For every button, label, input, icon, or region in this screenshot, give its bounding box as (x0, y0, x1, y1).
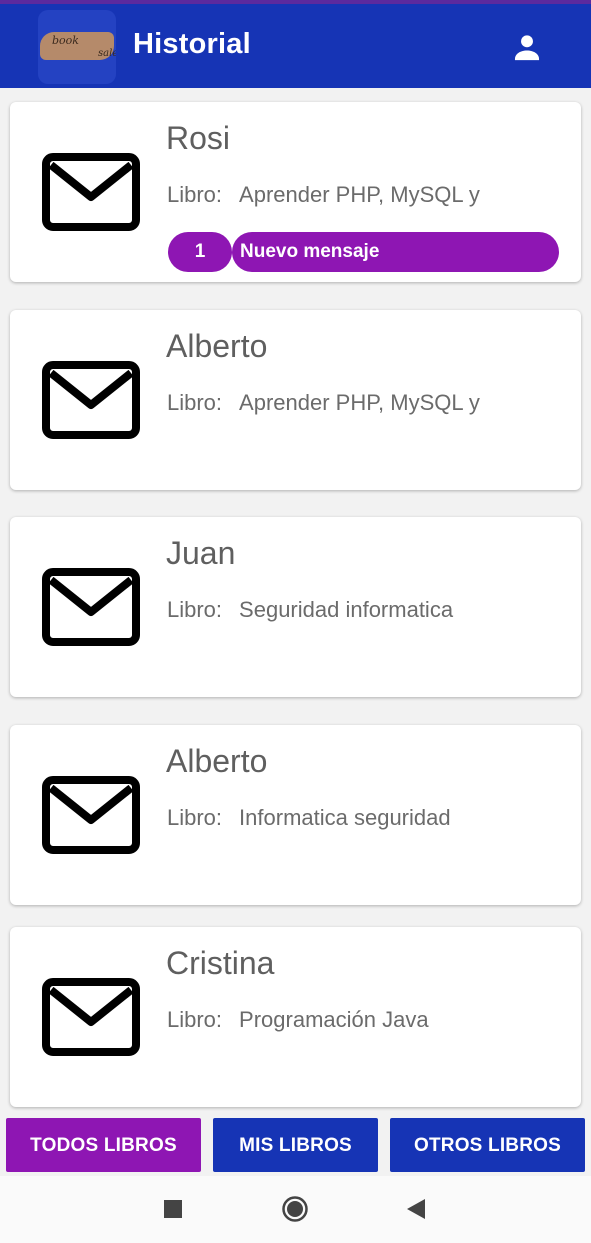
tab-otros-libros[interactable]: OTROS LIBROS (390, 1118, 585, 1172)
book-label: Libro: (167, 805, 223, 830)
tab-todos-libros[interactable]: TODOS LIBROS (6, 1118, 201, 1172)
book-title: Aprender PHP, MySQL y (239, 390, 480, 415)
tab-mis-libros[interactable]: MIS LIBROS (213, 1118, 378, 1172)
contact-name: Alberto (166, 743, 268, 779)
contact-name: Cristina (166, 945, 275, 981)
conversation-card[interactable]: Alberto Libro: Informatica seguridad (10, 725, 581, 905)
conversation-card[interactable]: Cristina Libro: Programación Java (10, 927, 581, 1107)
book-info: Libro: Informatica seguridad (167, 805, 451, 831)
contact-name: Alberto (166, 328, 268, 364)
contact-name: Juan (166, 535, 236, 571)
book-title: Aprender PHP, MySQL y (239, 182, 480, 207)
book-title: Programación Java (239, 1007, 429, 1032)
mail-icon (42, 776, 140, 854)
new-message-badge: Nuevo mensaje (232, 232, 559, 272)
book-title: Informatica seguridad (239, 805, 451, 830)
book-filter-tabs: TODOS LIBROS MIS LIBROS OTROS LIBROS (0, 1116, 591, 1174)
page-title: Historial (133, 28, 251, 60)
home-icon[interactable] (281, 1195, 309, 1223)
book-info: Libro: Aprender PHP, MySQL y (167, 182, 480, 208)
book-label: Libro: (167, 1007, 223, 1032)
book-label: Libro: (167, 390, 223, 415)
book-info: Libro: Programación Java (167, 1007, 429, 1033)
mail-icon (42, 361, 140, 439)
conversation-card[interactable]: Alberto Libro: Aprender PHP, MySQL y (10, 310, 581, 490)
person-icon (514, 35, 540, 61)
mail-icon (42, 568, 140, 646)
contact-name: Rosi (166, 120, 231, 156)
logo-text-book: book (52, 34, 79, 47)
logo-text-sale: sale (98, 48, 116, 59)
book-title: Seguridad informatica (239, 597, 454, 622)
conversation-card[interactable]: Juan Libro: Seguridad informatica (10, 517, 581, 697)
back-icon[interactable] (406, 1198, 426, 1220)
recent-apps-icon[interactable] (163, 1199, 183, 1219)
profile-button[interactable] (510, 30, 544, 64)
book-label: Libro: (167, 182, 223, 207)
system-navigation-bar (0, 1176, 591, 1243)
unread-count-badge: 1 (168, 232, 232, 272)
book-info: Libro: Aprender PHP, MySQL y (167, 390, 480, 416)
book-label: Libro: (167, 597, 223, 622)
mail-icon (42, 978, 140, 1056)
conversation-card[interactable]: Rosi Libro: Aprender PHP, MySQL y 1 Nuevo… (10, 102, 581, 282)
mail-icon (42, 153, 140, 231)
app-bar: book sale Historial (0, 4, 591, 88)
app-logo: book sale (38, 10, 116, 84)
book-info: Libro: Seguridad informatica (167, 597, 453, 623)
